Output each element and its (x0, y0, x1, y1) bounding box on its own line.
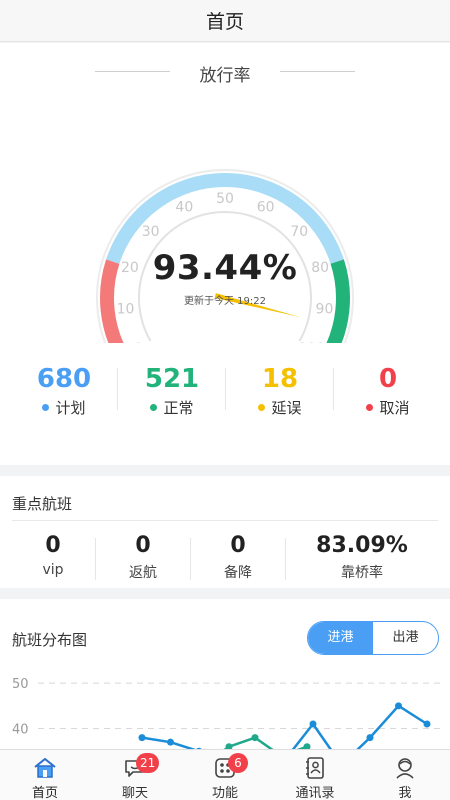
metric-value: 0 (45, 533, 61, 558)
series-line (141, 704, 428, 749)
release-rate-value: 93.44% (152, 248, 298, 288)
update-time: 更新于今天 19:22 (184, 296, 266, 307)
metric-vip[interactable]: 0 vip (12, 532, 94, 578)
stat-planned[interactable]: 680 计划 (10, 363, 118, 417)
arrival-departure-toggle: 进港 出港 (307, 621, 439, 655)
key-flights-card: 重点航班 0 vip 0 返航 0 备降 83.09% 靠桥率 (0, 476, 450, 588)
stat-cancelled[interactable]: 0 取消 (334, 363, 442, 417)
unread-badge: 6 (228, 753, 248, 773)
contacts-icon (306, 757, 324, 779)
gauge-scale-label: 40 (175, 200, 193, 216)
stat-label: 取消 (379, 399, 410, 417)
metric-label: 返航 (129, 565, 157, 581)
tab-chat[interactable]: 21 聊天 (90, 750, 180, 800)
stat-value: 18 (261, 364, 299, 394)
metric-value: 0 (230, 533, 246, 558)
metric-alternate[interactable]: 0 备降 (191, 532, 285, 582)
stat-value: 680 (36, 364, 92, 394)
gauge-scale-label: 100 (298, 341, 325, 343)
flight-stats: 680 计划 521 正常 18 延误 0 取消 (0, 363, 450, 417)
y-tick-label: 40 (12, 723, 29, 738)
tab-label: 通讯录 (295, 786, 335, 800)
toggle-arrival[interactable]: 进港 (308, 622, 373, 654)
gauge-scale-label: 0 (134, 341, 143, 343)
stat-label: 延误 (271, 399, 302, 417)
tab-functions[interactable]: 6 功能 (180, 750, 270, 800)
stat-value: 0 (378, 364, 398, 394)
tab-home[interactable]: 首页 (0, 750, 90, 800)
stat-label: 正常 (163, 399, 194, 417)
flight-distribution-card: 50 40 航班分布图 进港 出港 (0, 599, 450, 749)
metric-return[interactable]: 0 返航 (96, 532, 190, 582)
stat-normal[interactable]: 521 正常 (118, 363, 226, 417)
data-point (423, 720, 431, 728)
data-point (138, 734, 146, 742)
status-dot (258, 404, 266, 411)
tab-label: 我 (398, 786, 412, 800)
toggle-departure[interactable]: 出港 (373, 622, 438, 654)
y-tick-label: 50 (12, 677, 29, 692)
key-flights-title: 重点航班 (12, 495, 73, 513)
bottom-tab-bar: 首页 21 聊天 6 功能 通讯录 我 (0, 749, 450, 800)
metric-value: 0 (135, 533, 151, 558)
stat-value: 521 (144, 364, 200, 394)
unread-badge: 21 (136, 753, 160, 773)
metric-value: 83.09% (316, 533, 408, 558)
data-point (366, 734, 374, 742)
data-point (167, 738, 174, 746)
gauge-scale-label: 70 (290, 224, 308, 240)
release-rate-gauge: 0102030405060708090100 93.44% 更新于今天 19:2… (0, 43, 450, 363)
data-point (395, 702, 402, 710)
status-dot (42, 404, 50, 411)
stat-label: 计划 (55, 399, 86, 417)
home-icon (34, 757, 56, 778)
page-title: 首页 (205, 11, 244, 33)
top-bar: 首页 (0, 0, 450, 42)
metric-label: 靠桥率 (341, 565, 383, 581)
data-point (251, 734, 259, 742)
gauge-scale-label: 30 (142, 224, 160, 240)
gauge-scale-label: 60 (257, 200, 275, 216)
metric-label: 备降 (224, 565, 252, 581)
status-dot (150, 404, 158, 411)
tab-profile[interactable]: 我 (360, 750, 450, 800)
gauge-scale-label: 50 (216, 191, 234, 207)
tab-label: 功能 (211, 786, 238, 800)
key-flights-metrics: 0 vip 0 返航 0 备降 83.09% 靠桥率 (0, 532, 450, 582)
tab-label: 首页 (31, 786, 58, 800)
data-point (309, 720, 317, 728)
tab-contacts[interactable]: 通讯录 (270, 750, 360, 800)
divider (12, 520, 438, 521)
metric-bridge-rate[interactable]: 83.09% 靠桥率 (286, 532, 438, 582)
profile-icon (396, 758, 414, 779)
metric-label: vip (42, 562, 64, 578)
distribution-title: 航班分布图 (12, 631, 88, 649)
release-rate-card: 放行率 0102030405060708090100 93.44% 更新于今天 … (0, 43, 450, 465)
status-dot (366, 404, 374, 411)
stat-delayed[interactable]: 18 延误 (226, 363, 334, 417)
tab-label: 聊天 (121, 786, 148, 800)
